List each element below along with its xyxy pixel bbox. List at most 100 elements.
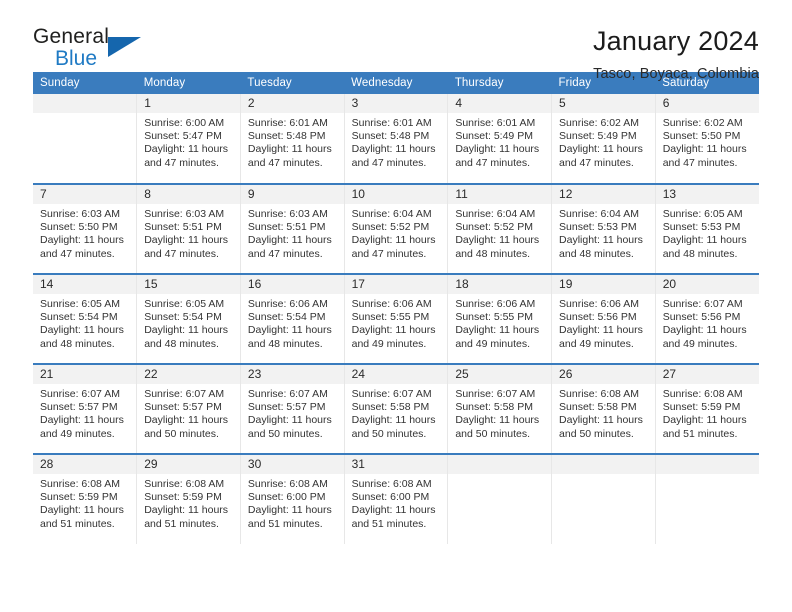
brand-logo[interactable]: General Blue bbox=[33, 26, 163, 74]
day-number: 22 bbox=[137, 365, 240, 384]
sunset-text: Sunset: 6:00 PM bbox=[247, 491, 326, 504]
daylight-text-line2: and 48 minutes. bbox=[559, 247, 634, 260]
calendar-day-cell[interactable]: 16 Sunrise: 6:06 AM Sunset: 5:54 PM Dayligh… bbox=[240, 273, 345, 364]
daylight-text-line1: Daylight: 11 hours bbox=[40, 324, 124, 337]
calendar-day-cell[interactable]: 13 Sunrise: 6:05 AM Sunset: 5:53 PM Dayligh… bbox=[655, 183, 759, 274]
sunrise-text: Sunrise: 6:06 AM bbox=[247, 298, 328, 310]
calendar-day-cell[interactable]: 1 Sunrise: 6:00 AM Sunset: 5:47 PM Daylight… bbox=[136, 94, 241, 184]
day-details: Sunrise: 6:08 AM Sunset: 6:00 PM Daylight:… bbox=[345, 474, 448, 531]
calendar-day-cell[interactable]: 12 Sunrise: 6:04 AM Sunset: 5:53 PM Dayligh… bbox=[551, 183, 656, 274]
sunset-text: Sunset: 5:54 PM bbox=[247, 311, 326, 324]
calendar-day-cell[interactable]: 22 Sunrise: 6:07 AM Sunset: 5:57 PM Dayligh… bbox=[136, 363, 241, 454]
calendar-day-cell[interactable]: 19 Sunrise: 6:06 AM Sunset: 5:56 PM Dayligh… bbox=[551, 273, 656, 364]
daylight-text-line1: Daylight: 11 hours bbox=[351, 324, 436, 337]
day-number: 14 bbox=[33, 275, 137, 294]
day-details: Sunrise: 6:06 AM Sunset: 5:56 PM Daylight:… bbox=[552, 294, 655, 351]
calendar-day-cell[interactable]: 24 Sunrise: 6:07 AM Sunset: 5:58 PM Dayligh… bbox=[344, 363, 449, 454]
sunset-text: Sunset: 5:55 PM bbox=[351, 311, 430, 324]
calendar-day-cell[interactable]: 3 Sunrise: 6:01 AM Sunset: 5:48 PM Daylight… bbox=[344, 94, 449, 184]
calendar-day-cell[interactable]: 4 Sunrise: 6:01 AM Sunset: 5:49 PM Daylight… bbox=[447, 94, 553, 184]
daylight-text-line2: and 47 minutes. bbox=[559, 156, 634, 169]
daylight-text-line2: and 48 minutes. bbox=[455, 247, 531, 260]
day-number: 20 bbox=[655, 275, 759, 294]
calendar-day-cell[interactable]: 14 Sunrise: 6:05 AM Sunset: 5:54 PM Dayligh… bbox=[33, 273, 138, 364]
calendar-day-cell[interactable]: 9 Sunrise: 6:03 AM Sunset: 5:51 PM Daylight… bbox=[240, 183, 345, 274]
day-number bbox=[33, 94, 137, 113]
calendar-page: General Blue January 2024 Tasco, Boyaca,… bbox=[0, 0, 792, 612]
sunrise-text: Sunrise: 6:01 AM bbox=[455, 117, 536, 129]
calendar-day-cell[interactable]: 27 Sunrise: 6:08 AM Sunset: 5:59 PM Dayligh… bbox=[655, 363, 759, 454]
day-number: 4 bbox=[448, 94, 552, 113]
sunset-text: Sunset: 5:49 PM bbox=[455, 130, 533, 143]
calendar-day-cell[interactable]: 21 Sunrise: 6:07 AM Sunset: 5:57 PM Dayligh… bbox=[33, 363, 138, 454]
calendar-day-cell[interactable]: 17 Sunrise: 6:06 AM Sunset: 5:55 PM Dayligh… bbox=[344, 273, 449, 364]
calendar-day-cell[interactable]: 15 Sunrise: 6:05 AM Sunset: 5:54 PM Dayligh… bbox=[136, 273, 241, 364]
sunrise-text: Sunrise: 6:06 AM bbox=[559, 298, 639, 310]
calendar-day-cell[interactable]: 23 Sunrise: 6:07 AM Sunset: 5:57 PM Dayligh… bbox=[240, 363, 345, 454]
weekday-header-tuesday: Tuesday bbox=[240, 72, 345, 94]
sunrise-text: Sunrise: 6:08 AM bbox=[40, 478, 120, 490]
day-number: 29 bbox=[137, 455, 240, 474]
sunrise-text: Sunrise: 6:01 AM bbox=[247, 117, 328, 129]
daylight-text-line1: Daylight: 11 hours bbox=[40, 414, 124, 427]
sunset-text: Sunset: 5:59 PM bbox=[40, 491, 118, 504]
title-block: January 2024 Tasco, Boyaca, Colombia bbox=[593, 26, 759, 82]
sunrise-text: Sunrise: 6:03 AM bbox=[144, 208, 225, 220]
daylight-text-line1: Daylight: 11 hours bbox=[351, 414, 436, 427]
calendar-day-cell[interactable]: 7 Sunrise: 6:03 AM Sunset: 5:50 PM Daylight… bbox=[33, 183, 138, 274]
daylight-text-line1: Daylight: 11 hours bbox=[144, 414, 229, 427]
calendar-day-cell[interactable]: 5 Sunrise: 6:02 AM Sunset: 5:49 PM Daylight… bbox=[551, 94, 656, 184]
calendar-day-cell[interactable]: 28 Sunrise: 6:08 AM Sunset: 5:59 PM Dayligh… bbox=[33, 453, 138, 544]
calendar-day-cell[interactable]: 18 Sunrise: 6:06 AM Sunset: 5:55 PM Dayligh… bbox=[447, 273, 553, 364]
calendar-day-cell[interactable]: 11 Sunrise: 6:04 AM Sunset: 5:52 PM Dayligh… bbox=[447, 183, 553, 274]
day-details: Sunrise: 6:01 AM Sunset: 5:49 PM Daylight:… bbox=[448, 113, 551, 170]
calendar-day-cell[interactable]: 30 Sunrise: 6:08 AM Sunset: 6:00 PM Dayligh… bbox=[240, 453, 345, 544]
sunrise-text: Sunrise: 6:07 AM bbox=[351, 388, 432, 400]
sunrise-text: Sunrise: 6:07 AM bbox=[40, 388, 120, 400]
calendar-day-cell[interactable]: 29 Sunrise: 6:08 AM Sunset: 5:59 PM Dayligh… bbox=[136, 453, 241, 544]
sunrise-text: Sunrise: 6:06 AM bbox=[455, 298, 536, 310]
calendar-day-cell[interactable]: 31 Sunrise: 6:08 AM Sunset: 6:00 PM Dayligh… bbox=[344, 453, 449, 544]
day-details: Sunrise: 6:02 AM Sunset: 5:49 PM Daylight:… bbox=[552, 113, 655, 170]
calendar-day-cell[interactable]: 26 Sunrise: 6:08 AM Sunset: 5:58 PM Dayligh… bbox=[551, 363, 656, 454]
sunrise-text: Sunrise: 6:05 AM bbox=[662, 208, 743, 220]
daylight-text-line1: Daylight: 11 hours bbox=[662, 143, 747, 156]
day-details: Sunrise: 6:08 AM Sunset: 5:59 PM Daylight:… bbox=[33, 474, 136, 531]
weekday-header-thursday: Thursday bbox=[447, 72, 552, 94]
sunset-text: Sunset: 5:56 PM bbox=[559, 311, 637, 324]
calendar-day-cell[interactable]: 20 Sunrise: 6:07 AM Sunset: 5:56 PM Dayligh… bbox=[655, 273, 759, 364]
day-number: 31 bbox=[344, 455, 448, 474]
calendar-day-cell[interactable]: 6 Sunrise: 6:02 AM Sunset: 5:50 PM Daylight… bbox=[655, 94, 759, 184]
sunset-text: Sunset: 5:51 PM bbox=[247, 221, 326, 234]
daylight-text-line1: Daylight: 11 hours bbox=[455, 143, 540, 156]
sunrise-text: Sunrise: 6:07 AM bbox=[662, 298, 743, 310]
sunset-text: Sunset: 5:53 PM bbox=[559, 221, 637, 234]
calendar-cell-empty bbox=[551, 453, 656, 544]
calendar-day-cell[interactable]: 2 Sunrise: 6:01 AM Sunset: 5:48 PM Daylight… bbox=[240, 94, 345, 184]
day-details: Sunrise: 6:04 AM Sunset: 5:52 PM Daylight:… bbox=[448, 204, 551, 261]
day-number: 5 bbox=[552, 94, 655, 113]
day-details: Sunrise: 6:02 AM Sunset: 5:50 PM Daylight:… bbox=[656, 113, 759, 170]
daylight-text-line2: and 47 minutes. bbox=[247, 247, 323, 260]
calendar-day-cell[interactable]: 8 Sunrise: 6:03 AM Sunset: 5:51 PM Daylight… bbox=[136, 183, 241, 274]
daylight-text-line1: Daylight: 11 hours bbox=[144, 143, 229, 156]
calendar-day-cell[interactable]: 10 Sunrise: 6:04 AM Sunset: 5:52 PM Dayligh… bbox=[344, 183, 449, 274]
sunrise-text: Sunrise: 6:08 AM bbox=[351, 478, 432, 490]
day-details: Sunrise: 6:04 AM Sunset: 5:52 PM Daylight:… bbox=[345, 204, 448, 261]
daylight-text-line2: and 50 minutes. bbox=[559, 427, 634, 440]
sunset-text: Sunset: 5:57 PM bbox=[247, 401, 326, 414]
sunset-text: Sunset: 5:57 PM bbox=[40, 401, 118, 414]
sunrise-text: Sunrise: 6:02 AM bbox=[662, 117, 743, 129]
calendar-body: 1 Sunrise: 6:00 AM Sunset: 5:47 PM Daylight… bbox=[33, 94, 759, 544]
day-number bbox=[655, 455, 759, 474]
calendar-day-cell[interactable]: 25 Sunrise: 6:07 AM Sunset: 5:58 PM Dayligh… bbox=[447, 363, 553, 454]
sunset-text: Sunset: 5:51 PM bbox=[144, 221, 222, 234]
calendar-cell-empty bbox=[447, 453, 553, 544]
daylight-text-line2: and 50 minutes. bbox=[351, 427, 427, 440]
day-number: 24 bbox=[344, 365, 448, 384]
day-details: Sunrise: 6:00 AM Sunset: 5:47 PM Daylight:… bbox=[137, 113, 240, 170]
day-details: Sunrise: 6:07 AM Sunset: 5:57 PM Daylight:… bbox=[33, 384, 136, 441]
day-details: Sunrise: 6:08 AM Sunset: 5:59 PM Daylight:… bbox=[137, 474, 240, 531]
daylight-text-line1: Daylight: 11 hours bbox=[247, 414, 332, 427]
daylight-text-line1: Daylight: 11 hours bbox=[247, 324, 332, 337]
